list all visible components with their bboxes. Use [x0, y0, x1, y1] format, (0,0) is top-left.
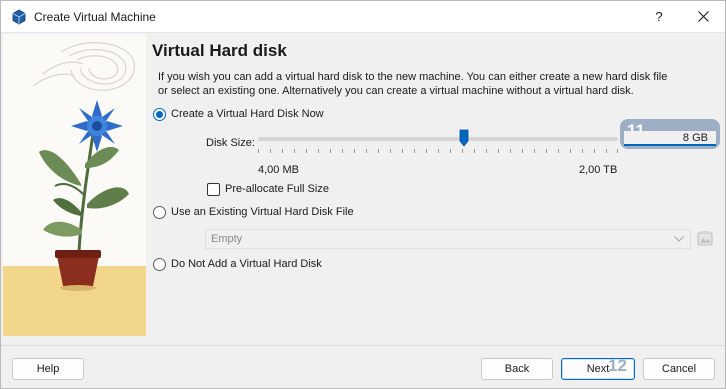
close-icon: [698, 11, 709, 22]
disk-size-label: Disk Size:: [206, 137, 255, 149]
preallocate-checkbox[interactable]: [207, 183, 220, 196]
disk-size-slider-handle[interactable]: [459, 129, 469, 147]
close-button[interactable]: [685, 1, 723, 33]
disk-size-value: 8 GB: [682, 132, 708, 144]
create-vm-dialog: Create Virtual Machine ? Virtual Hard di…: [0, 0, 726, 389]
title-bar: Create Virtual Machine ?: [1, 1, 725, 33]
annotation-badge-12: 12: [608, 356, 627, 375]
preallocate-label[interactable]: Pre-allocate Full Size: [225, 183, 329, 195]
help-button[interactable]: Help: [12, 358, 84, 380]
no-disk-radio[interactable]: [153, 258, 166, 271]
disk-size-max-label: 2,00 TB: [579, 164, 618, 176]
disk-size-editor[interactable]: 11 8 GB: [620, 119, 720, 149]
create-disk-now-label[interactable]: Create a Virtual Hard Disk Now: [171, 108, 324, 120]
back-button[interactable]: Back: [481, 358, 553, 380]
use-existing-disk-label[interactable]: Use an Existing Virtual Hard Disk File: [171, 206, 354, 218]
folder-browse-icon[interactable]: [695, 229, 715, 249]
existing-disk-select-value: Empty: [211, 233, 243, 245]
no-disk-label[interactable]: Do Not Add a Virtual Hard Disk: [171, 258, 322, 270]
disk-size-min-label: 4,00 MB: [258, 164, 299, 176]
window-title: Create Virtual Machine: [34, 10, 156, 24]
footer-separator: [1, 345, 725, 346]
existing-disk-select[interactable]: Empty: [205, 229, 691, 249]
create-disk-now-radio[interactable]: [153, 108, 166, 121]
disk-size-slider-ticks: [258, 149, 618, 153]
wizard-illustration: [3, 34, 146, 336]
page-description: If you wish you can add a virtual hard d…: [158, 71, 668, 97]
disk-size-slider-track[interactable]: [258, 137, 618, 141]
chevron-down-icon: [674, 236, 684, 242]
virtualbox-icon: [11, 9, 27, 25]
use-existing-disk-radio[interactable]: [153, 206, 166, 219]
context-help-button[interactable]: ?: [641, 1, 677, 33]
cancel-button[interactable]: Cancel: [643, 358, 715, 380]
disk-size-input[interactable]: 8 GB: [624, 131, 716, 146]
page-title: Virtual Hard disk: [152, 41, 287, 60]
